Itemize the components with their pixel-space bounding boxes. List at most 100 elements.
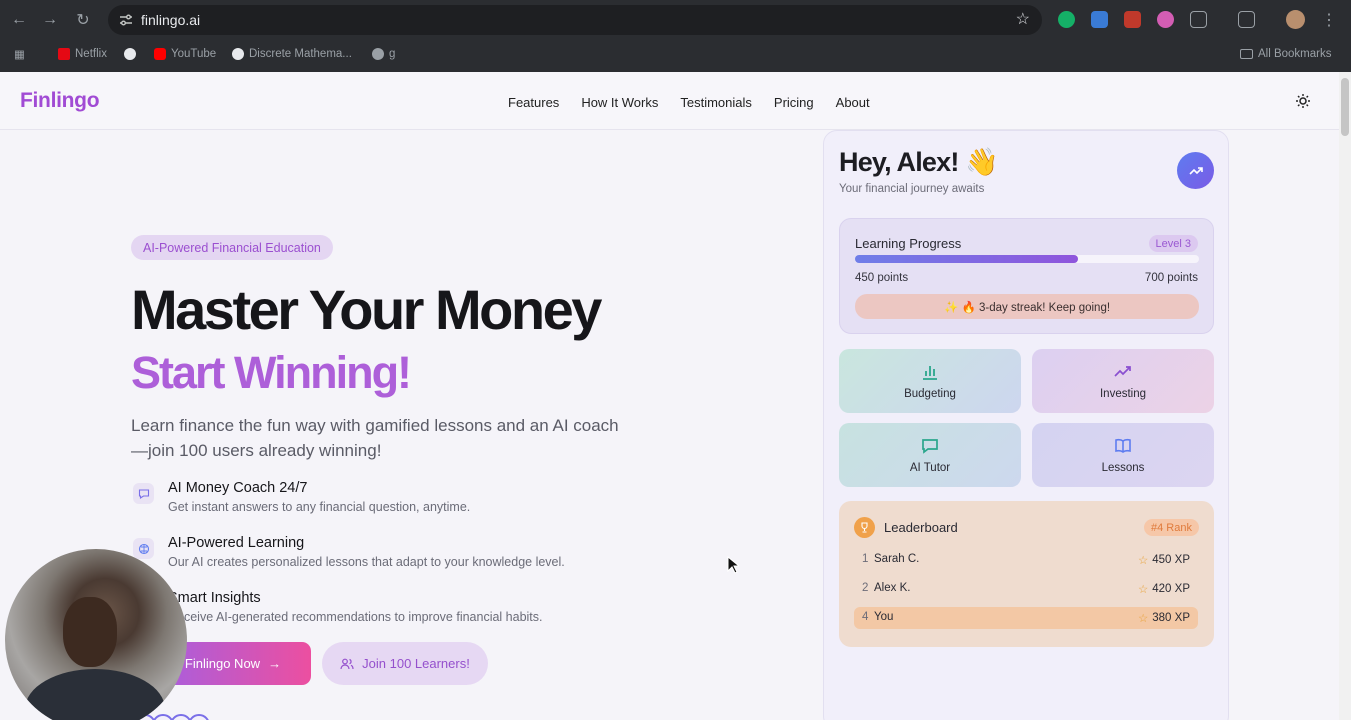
bookmark-netflix[interactable]: Netflix [58,46,107,62]
greeting-tagline: Your financial journey awaits [839,183,985,195]
star-icon: ☆ [1137,584,1149,596]
extension-icon[interactable] [1091,11,1108,28]
youtube-icon [154,48,166,60]
trophy-icon [854,517,875,538]
sun-icon[interactable] [1295,93,1311,109]
back-icon[interactable]: ← [8,9,30,31]
tab-search-icon[interactable] [1238,11,1255,28]
row-xp: ☆ 380 XP [1137,612,1190,625]
site-settings-icon[interactable] [118,12,134,28]
nav-links: Features How It Works Testimonials Prici… [508,95,870,110]
tile-lessons[interactable]: Lessons [1032,423,1214,487]
feature-title: AI-Powered Learning [168,535,305,551]
join-learners-button[interactable]: Join 100 Learners! [322,642,488,685]
leaderboard-row-you: 4 You ☆ 380 XP [854,607,1198,629]
row-xp: ☆ 450 XP [1137,554,1190,567]
cta-primary-label: Finlingo Now [184,656,261,671]
level-badge: Level 3 [1148,235,1198,252]
bookmarks-bar: ▦ Netflix YouTube Discrete Mathema... g … [0,40,1351,68]
row-position: 2 [862,582,869,594]
tile-investing[interactable]: Investing [1032,349,1214,413]
person-face [63,597,117,667]
bookmark-google[interactable] [124,46,136,62]
google-icon [232,48,244,60]
users-icon [340,658,354,669]
grammarly-extension-icon[interactable] [1058,11,1075,28]
brain-icon [133,538,154,559]
tile-label: Budgeting [904,388,956,400]
url-text[interactable]: finlingo.ai [141,12,200,28]
message-square-icon [922,439,938,454]
all-bookmarks[interactable]: All Bookmarks [1240,46,1332,62]
leaderboard-row: 2 Alex K. ☆ 420 XP [854,578,1198,600]
progress-bar-fill [855,255,1078,263]
webcam-overlay [5,549,187,720]
reload-icon[interactable]: ↻ [72,9,94,31]
star-icon: ☆ [1137,613,1149,625]
person-body [25,669,165,720]
rank-badge: #4 Rank [1144,519,1199,536]
menu-kebab-icon[interactable]: ⋮ [1318,9,1340,31]
mouse-cursor-icon [727,556,739,574]
hero-title: Master Your Money [131,278,602,341]
bookmark-star-icon[interactable]: ☆ [1016,9,1030,29]
row-name: Sarah C. [874,553,920,565]
feature-title: Smart Insights [168,590,261,606]
nav-link-about[interactable]: About [836,95,870,110]
feature-desc: Our AI creates personalized lessons that… [168,555,565,569]
current-points: 450 points [855,272,909,284]
feature-title: AI Money Coach 24/7 [168,480,308,496]
bookmark-youtube[interactable]: YouTube [154,46,216,62]
extension-icon[interactable] [1124,11,1141,28]
nav-link-features[interactable]: Features [508,95,559,110]
apps-grid-icon[interactable]: ▦ [14,46,25,62]
chat-bubble-icon [133,483,154,504]
leaderboard-row: 1 Sarah C. ☆ 450 XP [854,549,1198,571]
extension-icon[interactable] [1157,11,1174,28]
extensions-puzzle-icon[interactable] [1190,11,1207,28]
row-xp: ☆ 420 XP [1137,583,1190,596]
bookmark-discrete-math[interactable]: Discrete Mathema... [232,46,352,62]
nav-link-testimonials[interactable]: Testimonials [680,95,752,110]
profile-avatar[interactable] [1286,10,1305,29]
forward-icon[interactable]: → [39,9,61,31]
leaderboard-title: Leaderboard [884,520,958,535]
book-open-icon [1115,438,1131,453]
webpage: Finlingo Features How It Works Testimoni… [0,72,1339,720]
hero-badge: AI-Powered Financial Education [131,235,333,260]
site-navbar: Finlingo Features How It Works Testimoni… [0,72,1339,130]
bookmark-g[interactable]: g [372,46,395,62]
nav-link-pricing[interactable]: Pricing [774,95,814,110]
cta-secondary-label: Join 100 Learners! [362,656,470,671]
learning-progress-panel: Learning Progress Level 3 450 points 700… [839,218,1214,334]
hero-subtitle: Start Winning! [131,347,412,398]
tile-label: Investing [1099,388,1147,400]
streak-banner: ✨ 🔥 3-day streak! Keep going! [855,294,1199,319]
trending-up-icon [1114,366,1131,377]
page-scrollbar[interactable] [1339,72,1351,720]
site-logo[interactable]: Finlingo [20,89,100,113]
row-name: You [874,611,894,623]
row-name: Alex K. [874,582,911,594]
feature-desc: Receive AI-generated recommendations to … [168,610,543,624]
google-icon [124,48,136,60]
nav-link-how-it-works[interactable]: How It Works [581,95,658,110]
arrow-right-icon: → [268,656,282,671]
browser-toolbar: ← → ↻ finlingo.ai ☆ ⋮ [0,0,1351,40]
row-position: 1 [862,553,869,565]
folder-icon [1240,49,1253,59]
dashboard-preview-card: Hey, Alex! 👋 Your financial journey awai… [823,130,1229,720]
bar-chart-icon [923,366,937,380]
leaderboard-panel: Leaderboard #4 Rank 1 Sarah C. ☆ 450 XP 2… [839,501,1214,647]
row-position: 4 [862,611,869,623]
star-icon: ☆ [1137,555,1149,567]
trending-up-icon[interactable] [1177,152,1214,189]
tile-budgeting[interactable]: Budgeting [839,349,1021,413]
globe-icon [372,48,384,60]
address-bar[interactable]: finlingo.ai ☆ [108,5,1042,35]
scrollbar-thumb[interactable] [1341,78,1349,136]
tile-ai-tutor[interactable]: AI Tutor [839,423,1021,487]
netflix-icon [58,48,70,60]
feature-desc: Get instant answers to any financial que… [168,500,471,514]
tile-label: AI Tutor [909,462,951,474]
